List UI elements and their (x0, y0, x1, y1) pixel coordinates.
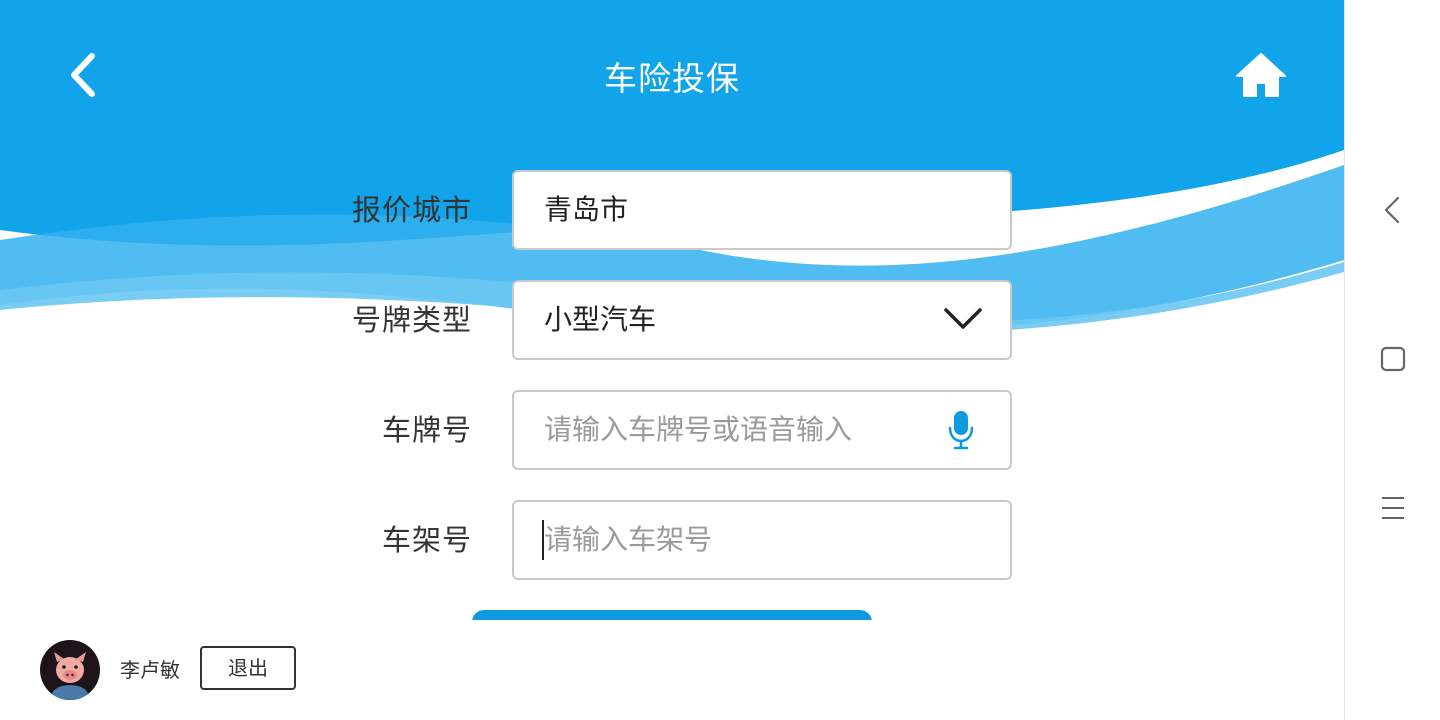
nav-menu-icon (1382, 497, 1404, 519)
home-button[interactable] (1234, 50, 1288, 100)
header-bar: 车险投保 (0, 0, 1344, 150)
app-screen: 车险投保 报价城市 青岛市 号牌类型 小型汽车 车牌号 请输入车牌号或语音输入 (0, 0, 1344, 720)
pig-avatar-icon (40, 640, 100, 700)
plate-number-placeholder: 请输入车牌号或语音输入 (544, 413, 853, 446)
city-value: 青岛市 (544, 193, 629, 226)
nav-back-icon (1384, 196, 1400, 224)
city-label: 报价城市 (351, 193, 472, 227)
form-row-city: 报价城市 青岛市 (0, 170, 1344, 250)
logout-button[interactable]: 退出 (200, 646, 296, 690)
form-row-plate-type: 号牌类型 小型汽车 (0, 280, 1344, 360)
footer-bar: 李卢敏 退出 (0, 620, 1344, 720)
plate-type-label: 号牌类型 (351, 303, 472, 337)
user-name: 李卢敏 (120, 658, 180, 682)
nav-home-button[interactable] (1373, 339, 1413, 379)
plate-type-select[interactable]: 小型汽车 (512, 280, 1012, 360)
nav-menu-button[interactable] (1373, 488, 1413, 528)
home-icon (1236, 53, 1286, 97)
city-field[interactable]: 青岛市 (512, 170, 1012, 250)
system-navigation-bar (1344, 0, 1440, 720)
plate-number-label: 车牌号 (381, 413, 472, 447)
nav-back-button[interactable] (1373, 190, 1413, 230)
chevron-down-icon (944, 308, 982, 329)
plate-type-value: 小型汽车 (544, 303, 657, 336)
nav-home-square-icon (1380, 346, 1406, 372)
form-row-vin: 车架号 请输入车架号 (0, 500, 1344, 580)
vin-placeholder: 请输入车架号 (544, 523, 713, 556)
vin-label: 车架号 (381, 523, 472, 557)
microphone-icon[interactable] (948, 410, 974, 450)
vin-input[interactable]: 请输入车架号 (512, 500, 1012, 580)
page-title: 车险投保 (604, 59, 740, 98)
form-row-plate-number: 车牌号 请输入车牌号或语音输入 (0, 390, 1344, 470)
avatar[interactable] (40, 640, 100, 700)
plate-number-input[interactable]: 请输入车牌号或语音输入 (512, 390, 1012, 470)
